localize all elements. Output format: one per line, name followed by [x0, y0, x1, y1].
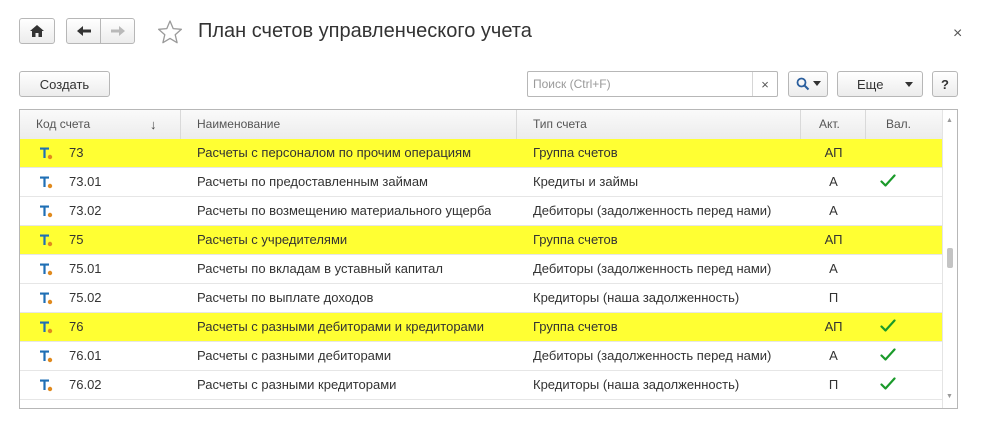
account-group-icon: [40, 147, 53, 160]
scroll-up-icon[interactable]: ▲: [946, 117, 953, 124]
cell-code: 73: [69, 145, 84, 160]
table-row[interactable]: 76.02 Расчеты с разными кредиторами Кредит…: [20, 371, 942, 400]
accounts-table: Код счета ↓ Наименование Тип счета Акт. …: [19, 109, 958, 409]
column-header-type[interactable]: Тип счета: [517, 110, 801, 139]
search-input[interactable]: [528, 72, 754, 96]
cell-active: АП: [824, 232, 843, 247]
cell-code: 73.02: [69, 203, 102, 218]
account-icon: [40, 176, 53, 189]
cell-name: Расчеты по предоставленным займам: [197, 174, 428, 189]
table-body: 73 Расчеты с персоналом по прочим операци…: [20, 139, 942, 400]
cell-name: Расчеты с разными кредиторами: [197, 377, 397, 392]
checkmark-icon: [880, 319, 896, 332]
cell-name: Расчеты с разными дебиторами и кредитора…: [197, 319, 484, 334]
table-row[interactable]: 73.02 Расчеты по возмещению материального…: [20, 197, 942, 226]
cell-active: П: [828, 377, 839, 392]
cell-code: 73.01: [69, 174, 102, 189]
table-row[interactable]: 75.02 Расчеты по выплате доходов Кредиторы…: [20, 284, 942, 313]
create-button[interactable]: Создать: [19, 71, 110, 97]
column-header-active[interactable]: Акт.: [801, 110, 866, 139]
cell-code: 76.01: [69, 348, 102, 363]
cell-type: Группа счетов: [533, 232, 618, 247]
account-group-icon: [40, 234, 53, 247]
table-row[interactable]: 76 Расчеты с разными дебиторами и кредито…: [20, 313, 942, 342]
checkmark-icon: [880, 377, 896, 390]
cell-name: Расчеты по возмещению материального ущер…: [197, 203, 492, 218]
checkmark-icon: [880, 348, 896, 361]
column-header-code[interactable]: Код счета ↓: [20, 110, 181, 139]
account-icon: [40, 292, 53, 305]
account-icon: [40, 263, 53, 276]
cell-code: 76.02: [69, 377, 102, 392]
arrow-right-icon: [110, 26, 125, 36]
column-header-currency[interactable]: Вал.: [866, 110, 942, 139]
cell-active: АП: [824, 319, 843, 334]
magnifier-icon: [796, 77, 809, 91]
cell-type: Кредиторы (наша задолженность): [533, 290, 740, 305]
sort-desc-icon: ↓: [150, 117, 157, 132]
cell-type: Дебиторы (задолженность перед нами): [533, 348, 772, 363]
cell-name: Расчеты с персоналом по прочим операциям: [197, 145, 472, 160]
scroll-thumb[interactable]: [947, 248, 953, 268]
help-button[interactable]: ?: [932, 71, 958, 97]
chevron-down-icon: [905, 82, 913, 87]
cell-active: А: [829, 348, 838, 363]
search-box: ×: [527, 71, 778, 97]
cell-name: Расчеты по вкладам в уставный капитал: [197, 261, 443, 276]
cell-code: 75.02: [69, 290, 102, 305]
checkmark-icon: [880, 174, 896, 187]
account-icon: [40, 379, 53, 392]
table-row[interactable]: 76.01 Расчеты с разными дебиторами Дебитор…: [20, 342, 942, 371]
more-button[interactable]: Еще: [837, 71, 923, 97]
column-header-code-label: Код счета: [36, 117, 91, 131]
close-icon[interactable]: ×: [953, 25, 962, 43]
column-header-name[interactable]: Наименование: [181, 110, 517, 139]
home-button[interactable]: [19, 18, 55, 44]
arrow-left-icon: [76, 26, 91, 36]
favorite-star-icon[interactable]: [157, 19, 183, 45]
cell-type: Кредиторы (наша задолженность): [533, 377, 740, 392]
cell-active: А: [829, 203, 838, 218]
table-header: Код счета ↓ Наименование Тип счета Акт. …: [20, 110, 942, 140]
cell-code: 75: [69, 232, 84, 247]
cell-type: Дебиторы (задолженность перед нами): [533, 203, 772, 218]
cell-code: 75.01: [69, 261, 102, 276]
account-group-icon: [40, 321, 53, 334]
cell-name: Расчеты с разными дебиторами: [197, 348, 392, 363]
cell-type: Группа счетов: [533, 319, 618, 334]
cell-code: 76: [69, 319, 84, 334]
account-icon: [40, 205, 53, 218]
table-row[interactable]: 73.01 Расчеты по предоставленным займам Кр…: [20, 168, 942, 197]
cell-active: А: [829, 261, 838, 276]
more-label: Еще: [857, 76, 884, 92]
table-row[interactable]: 73 Расчеты с персоналом по прочим операци…: [20, 139, 942, 168]
back-button[interactable]: [66, 18, 101, 44]
search-clear-button[interactable]: ×: [752, 72, 777, 96]
cell-name: Расчеты по выплате доходов: [197, 290, 374, 305]
cell-active: П: [828, 290, 839, 305]
cell-active: АП: [824, 145, 843, 160]
page-title: План счетов управленческого учета: [198, 20, 532, 42]
cell-name: Расчеты с учредителями: [197, 232, 348, 247]
vertical-scrollbar[interactable]: ▲ ▼: [942, 110, 957, 408]
home-icon: [30, 25, 44, 37]
account-icon: [40, 350, 53, 363]
cell-type: Дебиторы (задолженность перед нами): [533, 261, 772, 276]
search-options-button[interactable]: [788, 71, 828, 97]
table-row[interactable]: 75.01 Расчеты по вкладам в уставный капит…: [20, 255, 942, 284]
cell-active: А: [829, 174, 838, 189]
cell-type: Кредиты и займы: [533, 174, 639, 189]
forward-button[interactable]: [100, 18, 135, 44]
chevron-down-icon: [812, 81, 821, 86]
cell-type: Группа счетов: [533, 145, 618, 160]
table-row[interactable]: 75 Расчеты с учредителями Группа счетов АП: [20, 226, 942, 255]
scroll-down-icon[interactable]: ▼: [946, 393, 953, 400]
